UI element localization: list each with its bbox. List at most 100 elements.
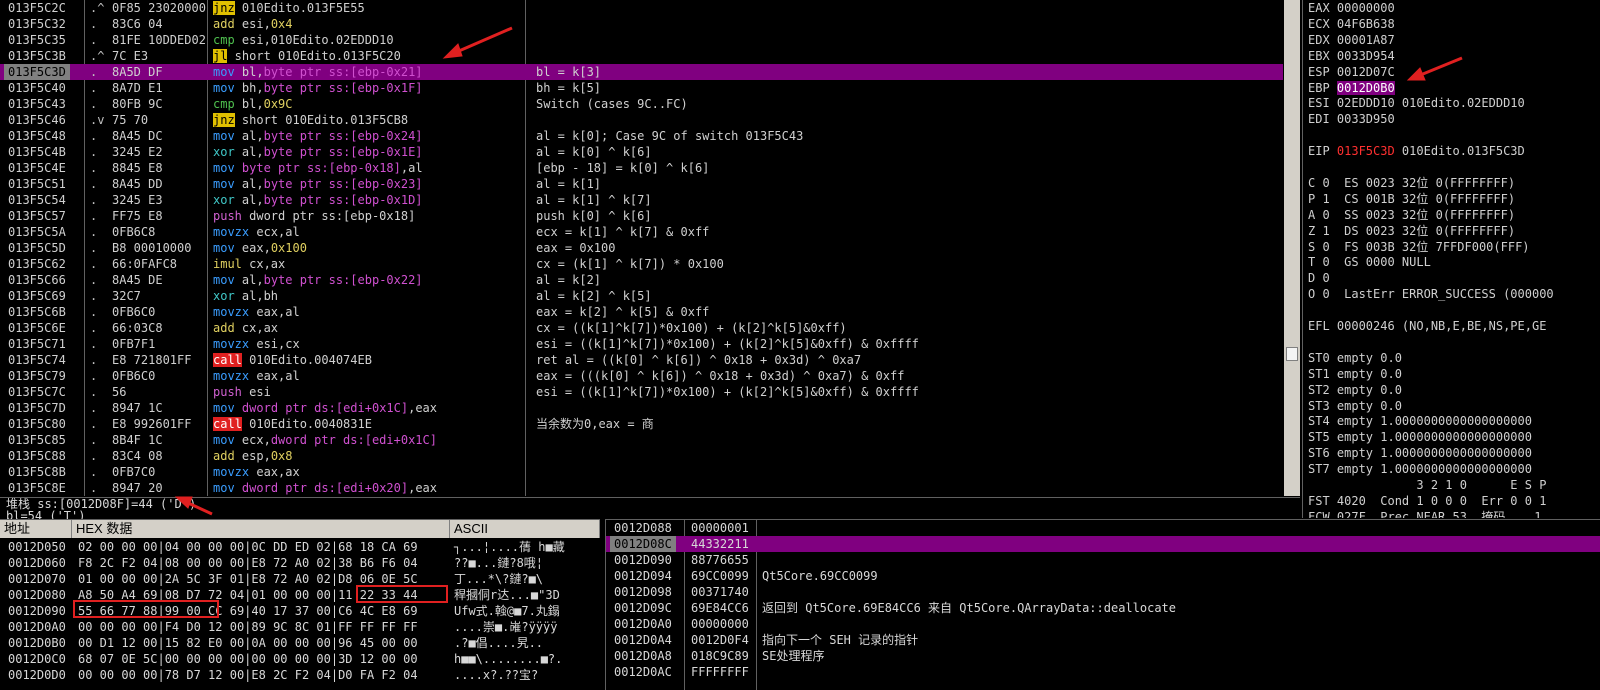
instruction-token: esi xyxy=(241,385,271,399)
disassembly-pane[interactable]: 013F5C2C .^ 0F85 23020000 jnz 010Edito.013F… xyxy=(0,0,1283,496)
dump-address: 0012D090 xyxy=(8,604,66,618)
register-line[interactable]: Z 1 DS 0023 32位 0(FFFFFFFF) xyxy=(1308,223,1515,239)
stack-row[interactable]: 0012D094 69CC0099 Qt5Core.69CC0099 xyxy=(606,568,1600,584)
disasm-hex: 83C6 04 xyxy=(112,17,163,31)
instruction-token: 010Edito.013F5E55 xyxy=(234,1,365,15)
disasm-row[interactable]: 013F5C88. 83C4 08 add esp,0x8 xyxy=(0,448,1283,464)
disasm-row[interactable]: 013F5C54. 3245 E3 xor al,byte ptr ss:[ebp-… xyxy=(0,192,1283,208)
register-line[interactable]: D 0 xyxy=(1308,270,1330,286)
disasm-row[interactable]: 013F5C4E. 8845 E8 mov byte ptr ss:[ebp-0x1… xyxy=(0,160,1283,176)
instruction-token: mov xyxy=(213,241,235,255)
disasm-row[interactable]: 013F5C79. 0FB6C0 movzx eax,al eax = (((k[0]… xyxy=(0,368,1283,384)
dump-row[interactable]: 0012D0B0 00 D1 12 00|15 82 E0 00|0A 00 00… xyxy=(0,635,600,651)
instruction-token: esi,010Edito.02EDDD10 xyxy=(234,33,394,47)
register-line[interactable]: EDX 00001A87 xyxy=(1308,32,1395,48)
disasm-row[interactable]: 013F5C3B .^ 7C E3 jl short 010Edito.013F5C2… xyxy=(0,48,1283,64)
stack-row[interactable]: 0012D088 00000001 xyxy=(606,520,1600,536)
register-token: EFL 00000246 (NO,NB,E,BE,NS,PE,GE xyxy=(1308,319,1547,333)
register-line[interactable]: A 0 SS 0023 32位 0(FFFFFFFF) xyxy=(1308,207,1515,223)
register-line[interactable]: ST7 empty 1.0000000000000000000 xyxy=(1308,461,1532,477)
stack-row[interactable]: 0012D09C 69E84CC6 返回到 Qt5Core.69E84CC6 来自 … xyxy=(606,600,1600,616)
disasm-row[interactable]: 013F5C40. 8A7D E1 mov bh,byte ptr ss:[ebp-… xyxy=(0,80,1283,96)
scrollbar-thumb[interactable] xyxy=(1286,347,1298,361)
register-token: T 0 GS 0000 NULL xyxy=(1308,255,1431,270)
register-line[interactable]: EBP 0012D0B0 xyxy=(1308,80,1395,96)
disasm-instruction: xor al,bh xyxy=(213,288,278,304)
register-line[interactable]: FST 4020 Cond 1 0 0 0 Err 0 0 1 xyxy=(1308,493,1546,509)
disasm-row[interactable]: 013F5C43. 80FB 9C cmp bl,0x9C Switch (cases… xyxy=(0,96,1283,112)
register-line[interactable]: ST4 empty 1.0000000000000000000 xyxy=(1308,413,1532,429)
dump-row[interactable]: 0012D060 F8 2C F2 04|08 00 00 00|E8 72 A0… xyxy=(0,555,600,571)
disasm-row[interactable]: 013F5C5D. B8 00010000 mov eax,0x100 eax = 0… xyxy=(0,240,1283,256)
stack-row[interactable]: 0012D0A8 018C9C89 SE处理程序 xyxy=(606,648,1600,664)
disasm-row[interactable]: 013F5C80. E8 992601FF call 010Edito.004083… xyxy=(0,416,1283,432)
dump-header-ascii[interactable]: ASCII xyxy=(450,520,600,538)
disasm-row[interactable]: 013F5C4B. 3245 E2 xor al,byte ptr ss:[ebp-… xyxy=(0,144,1283,160)
instruction-token: call xyxy=(213,417,242,431)
register-line[interactable]: ST6 empty 1.0000000000000000000 xyxy=(1308,445,1532,461)
register-line[interactable]: ST2 empty 0.0 xyxy=(1308,382,1402,398)
disasm-instruction: xor al,byte ptr ss:[ebp-0x1D] xyxy=(213,192,423,208)
register-line[interactable]: EDI 0033D950 xyxy=(1308,111,1395,127)
stack-row[interactable]: 0012D08C 44332211 xyxy=(606,536,1600,552)
disasm-row[interactable]: 013F5C46 .v 75 70 jnz short 010Edito.013F5C… xyxy=(0,112,1283,128)
dump-row[interactable]: 0012D0C0 68 07 0E 5C|00 00 00 00|00 00 00… xyxy=(0,651,600,667)
disasm-row[interactable]: 013F5C51. 8A45 DD mov al,byte ptr ss:[ebp-… xyxy=(0,176,1283,192)
disasm-address: 013F5C7D xyxy=(8,401,66,415)
register-line[interactable]: ST3 empty 0.0 xyxy=(1308,398,1402,414)
dump-header-address[interactable]: 地址 xyxy=(0,520,72,538)
disasm-row[interactable]: 013F5C57. FF75 E8 push dword ptr ss:[ebp-0… xyxy=(0,208,1283,224)
disasm-row[interactable]: 013F5C35. 81FE 10DDED02 cmp esi,010Edito.0… xyxy=(0,32,1283,48)
register-line[interactable]: O 0 LastErr ERROR_SUCCESS (000000 xyxy=(1308,286,1554,302)
disasm-jump-marker: . xyxy=(90,353,98,367)
dump-row[interactable]: 0012D070 01 00 00 00|2A 5C 3F 01|E8 72 A0… xyxy=(0,571,600,587)
disasm-row[interactable]: 013F5C5A. 0FB6C8 movzx ecx,al ecx = k[1] ^ … xyxy=(0,224,1283,240)
disasm-row[interactable]: 013F5C32. 83C6 04 add esi,0x4 xyxy=(0,16,1283,32)
register-line[interactable]: 3 2 1 0 E S P xyxy=(1308,477,1546,493)
disasm-row[interactable]: 013F5C2C .^ 0F85 23020000 jnz 010Edito.013F… xyxy=(0,0,1283,16)
disasm-row[interactable]: 013F5C85. 8B4F 1C mov ecx,dword ptr ds:[ed… xyxy=(0,432,1283,448)
dump-row[interactable]: 0012D050 02 00 00 00|04 00 00 00|0C DD ED… xyxy=(0,539,600,555)
register-line[interactable]: C 0 ES 0023 32位 0(FFFFFFFF) xyxy=(1308,175,1515,191)
disasm-row[interactable]: 013F5C6E. 66:03C8 add cx,ax cx = ((k[1]^k[7… xyxy=(0,320,1283,336)
registers-pane[interactable]: EAX 00000000 ECX 04F6B638 EDX 00001A87 EBX … xyxy=(1302,0,1600,518)
disasm-row[interactable]: 013F5C48. 8A45 DC mov al,byte ptr ss:[ebp-… xyxy=(0,128,1283,144)
stack-row[interactable]: 0012D098 00371740 xyxy=(606,584,1600,600)
hex-dump-pane[interactable]: 地址 HEX 数据 ASCII 0012D050 02 00 00 00|04 0… xyxy=(0,519,600,690)
register-line[interactable]: EBX 0033D954 xyxy=(1308,48,1395,64)
disasm-row[interactable]: 013F5C62. 66:0FAFC8 imul cx,ax cx = (k[1] ^… xyxy=(0,256,1283,272)
disasm-row[interactable]: 013F5C7D. 8947 1C mov dword ptr ds:[edi+0x… xyxy=(0,400,1283,416)
disasm-row[interactable]: 013F5C71. 0FB7F1 movzx esi,cx esi = ((k[1]^… xyxy=(0,336,1283,352)
stack-row[interactable]: 0012D0A0 00000000 xyxy=(606,616,1600,632)
register-line[interactable]: FCW 027F Prec NEAR,53 掩码 1 xyxy=(1308,509,1542,518)
register-line[interactable]: ESP 0012D07C xyxy=(1308,64,1395,80)
instruction-token: jl xyxy=(213,49,228,63)
register-line[interactable]: ST5 empty 1.0000000000000000000 xyxy=(1308,429,1532,445)
register-line[interactable]: EFL 00000246 (NO,NB,E,BE,NS,PE,GE xyxy=(1308,318,1546,334)
register-line[interactable]: EAX 00000000 xyxy=(1308,0,1395,16)
disasm-row[interactable]: 013F5C3D. 8A5D DF mov bl,byte ptr ss:[ebp-… xyxy=(0,64,1283,80)
disasm-row[interactable]: 013F5C8E. 8947 20 mov dword ptr ds:[edi+0x… xyxy=(0,480,1283,496)
register-line[interactable]: P 1 CS 001B 32位 0(FFFFFFFF) xyxy=(1308,191,1515,207)
register-line[interactable]: S 0 FS 003B 32位 7FFDF000(FFF) xyxy=(1308,239,1530,255)
dump-row[interactable]: 0012D0D0 00 00 00 00|78 D7 12 00|E8 2C F2… xyxy=(0,667,600,683)
register-line[interactable]: ESI 02EDDD10 010Edito.02EDDD10 xyxy=(1308,95,1525,111)
disasm-row[interactable]: 013F5C69. 32C7 xor al,bh al = k[2] ^ k[5] xyxy=(0,288,1283,304)
disassembly-scrollbar[interactable] xyxy=(1284,0,1300,496)
disasm-row[interactable]: 013F5C6B. 0FB6C0 movzx eax,al eax = k[2] ^ … xyxy=(0,304,1283,320)
stack-row[interactable]: 0012D0A4 0012D0F4 指向下一个 SEH 记录的指针 xyxy=(606,632,1600,648)
register-line[interactable]: ST1 empty 0.0 xyxy=(1308,366,1402,382)
register-line[interactable]: ST0 empty 0.0 xyxy=(1308,350,1402,366)
disasm-row[interactable]: 013F5C7C. 56 push esi esi = ((k[1]^k[7])*0x… xyxy=(0,384,1283,400)
dump-header-hex[interactable]: HEX 数据 xyxy=(72,520,450,538)
disasm-row[interactable]: 013F5C66. 8A45 DE mov al,byte ptr ss:[ebp-… xyxy=(0,272,1283,288)
register-line[interactable]: ECX 04F6B638 xyxy=(1308,16,1395,32)
dump-row[interactable]: 0012D0A0 00 00 00 00|F4 D0 12 00|89 9C 8C… xyxy=(0,619,600,635)
stack-row[interactable]: 0012D090 88776655 xyxy=(606,552,1600,568)
disasm-row[interactable]: 013F5C8B. 0FB7C0 movzx eax,ax xyxy=(0,464,1283,480)
disasm-row[interactable]: 013F5C74. E8 721801FF call 010Edito.004074… xyxy=(0,352,1283,368)
stack-row[interactable]: 0012D0AC FFFFFFFF xyxy=(606,664,1600,680)
register-line[interactable]: EIP 013F5C3D 010Edito.013F5C3D xyxy=(1308,143,1525,159)
stack-pane[interactable]: 0012D088 00000001 0012D08C 44332211 0012D090… xyxy=(605,519,1600,690)
register-line[interactable]: T 0 GS 0000 NULL xyxy=(1308,254,1431,270)
